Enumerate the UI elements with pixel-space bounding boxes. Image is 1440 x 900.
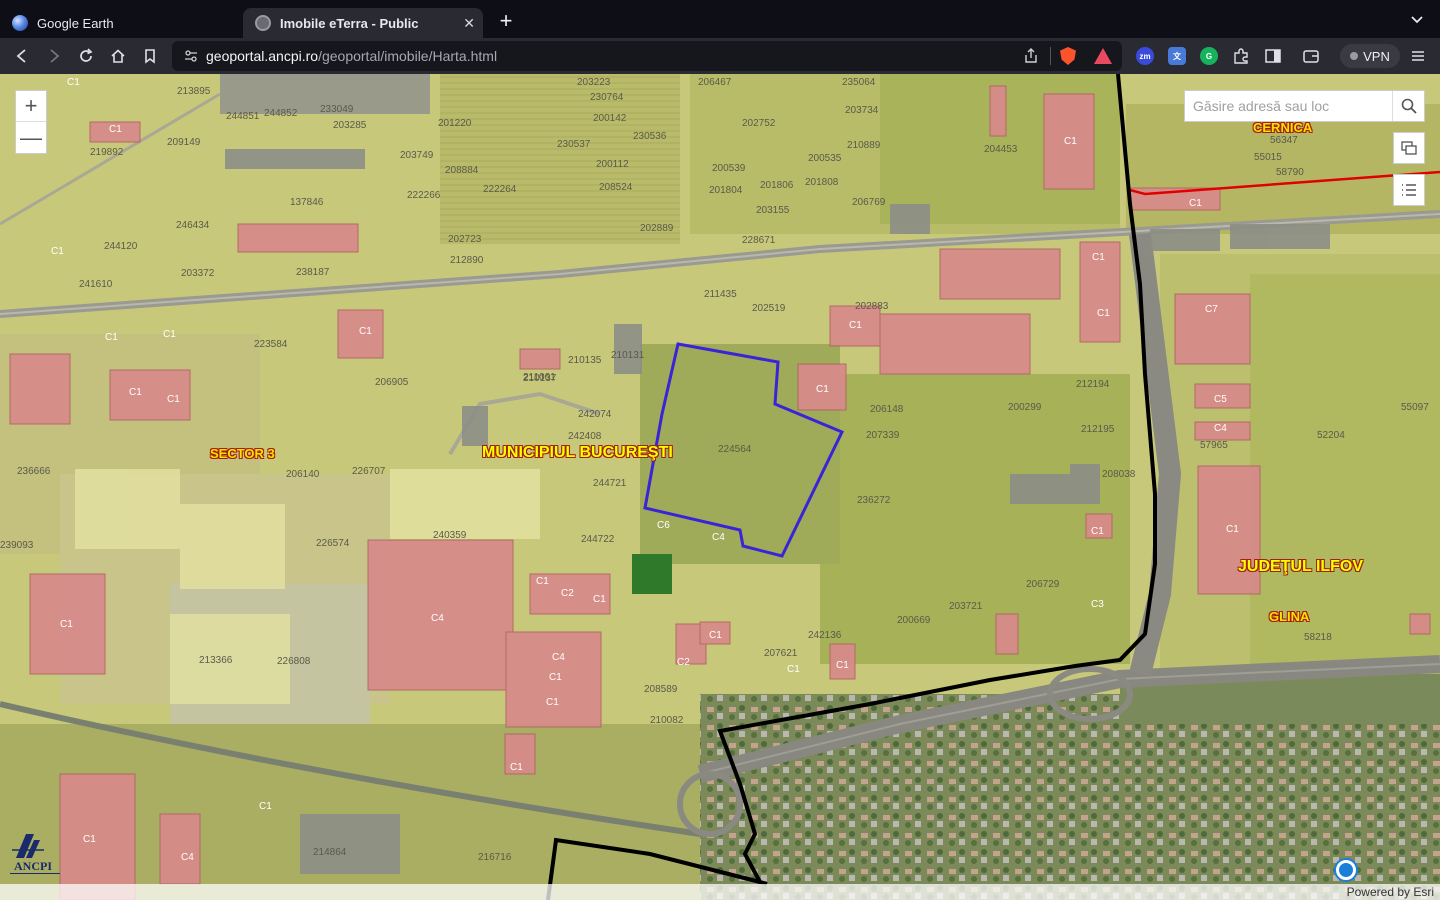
close-tab-icon[interactable]: ✕ [463,15,475,32]
divider [1050,47,1051,65]
tab-strip: Google Earth Imobile eTerra - Public ✕ + [0,0,1440,40]
region-label-sector: SECTOR 3 [210,446,275,461]
address-search [1184,90,1425,122]
reload-icon [80,48,93,62]
attribution-text: Powered by Esri [1346,885,1434,899]
basemap-button[interactable] [1393,132,1425,164]
site-settings-icon[interactable] [184,49,198,63]
map-view[interactable]: 213895 244851 244852 233049 203285 20122… [0,74,1440,900]
logo-text: ANCPI [14,859,52,873]
basemap-gallery-icon [1401,141,1417,155]
home-icon [111,49,125,63]
zoom-in-button[interactable]: + [16,91,46,122]
menu-icon[interactable] [1409,47,1427,65]
search-icon [1401,98,1417,114]
layer-list-button[interactable] [1393,174,1425,206]
back-arrow-icon [16,49,26,63]
brave-shields-icon[interactable] [1060,47,1076,65]
back-button[interactable] [11,45,33,67]
translate-extension-icon[interactable]: 文 [1168,47,1186,65]
home-button[interactable] [107,45,129,67]
region-label-municipiu: MUNICIPIUL BUCUREŞTI [482,444,673,461]
chevron-down-icon[interactable] [1410,12,1424,26]
url-text: geoportal.ancpi.ro/geoportal/imobile/Har… [206,48,497,64]
url-path: /geoportal/imobile/Harta.html [318,48,498,64]
region-label-judet: JUDEŢUL ILFOV [1238,558,1364,575]
bookmark-button[interactable] [139,45,161,67]
vpn-button[interactable]: VPN [1340,44,1400,68]
tab-google-earth[interactable]: Google Earth [0,8,242,38]
region-label-glina: GLINA [1269,609,1310,624]
logo-underline [10,873,60,879]
ancpi-emblem-icon [12,834,44,858]
bookmark-icon [145,49,155,64]
sidebar-icon[interactable] [1264,47,1282,65]
address-bar[interactable]: geoportal.ancpi.ro/geoportal/imobile/Har… [172,41,1122,71]
zm-extension-icon[interactable]: zm [1136,47,1154,65]
grammarly-extension-icon[interactable]: G [1200,47,1218,65]
zoom-out-button[interactable]: — [16,122,46,153]
satellite-basemap[interactable] [0,74,1440,900]
attribution-bar: Powered by Esri [0,884,1440,900]
vpn-label: VPN [1363,48,1390,64]
google-earth-icon [12,15,28,31]
layer-list-icon [1402,184,1416,196]
zoom-control: + — [15,90,47,154]
new-tab-button[interactable]: + [496,10,516,34]
search-button[interactable] [1392,91,1424,121]
url-host: geoportal.ancpi.ro [206,48,319,64]
tab-title: Imobile eTerra - Public [280,15,419,31]
brave-rewards-icon[interactable] [1094,48,1112,64]
browser-toolbar: geoportal.ancpi.ro/geoportal/imobile/Har… [0,38,1440,74]
puzzle-extensions-icon[interactable] [1232,47,1250,65]
vpn-status-icon [1350,52,1359,60]
forward-button[interactable] [43,45,65,67]
search-input[interactable] [1185,91,1393,121]
share-icon[interactable] [1024,48,1038,64]
wallet-icon[interactable] [1302,47,1320,65]
tab-imobile-eterra[interactable]: Imobile eTerra - Public ✕ [243,8,483,38]
globe-icon [255,15,271,31]
forward-arrow-icon [50,49,60,63]
ancpi-logo: ANCPI [10,830,60,882]
my-location-button[interactable] [1336,860,1356,880]
tab-title: Google Earth [37,15,114,31]
region-label-cernica: CERNICA [1253,120,1313,135]
reload-button[interactable] [75,45,97,67]
